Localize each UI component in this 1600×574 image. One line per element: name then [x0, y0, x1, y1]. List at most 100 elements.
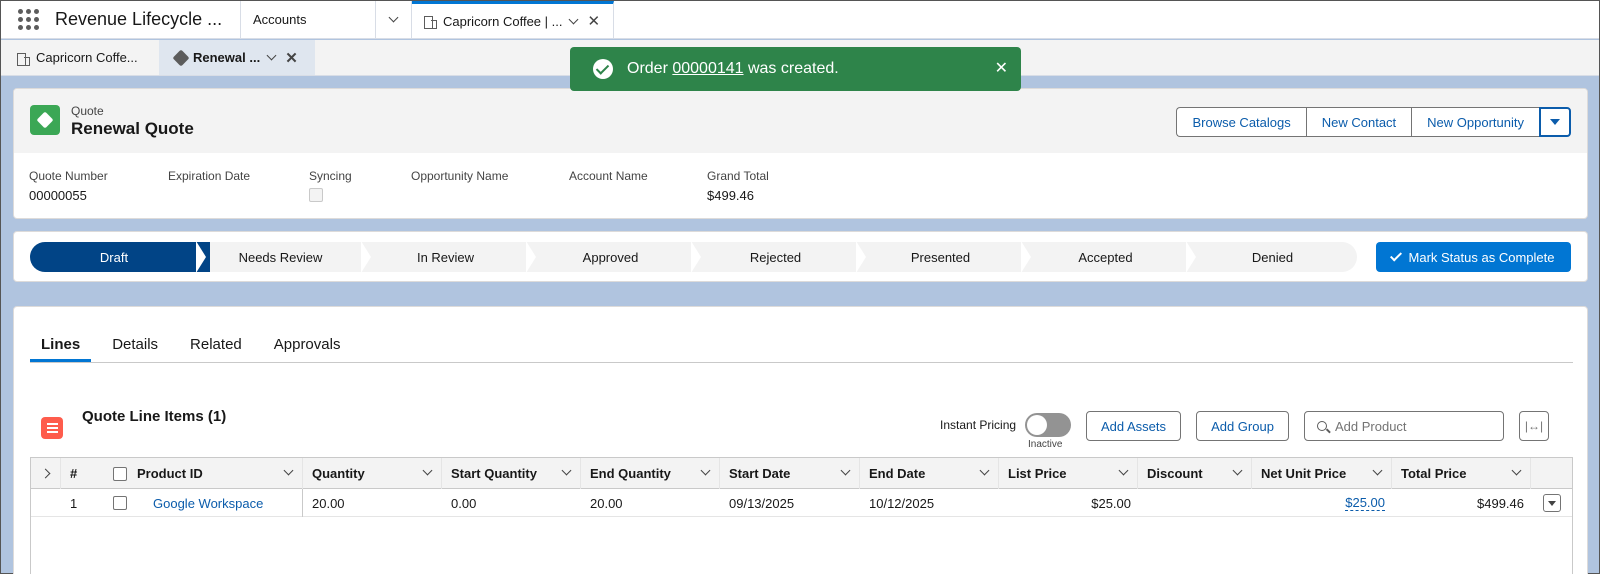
new-contact-button[interactable]: New Contact	[1305, 107, 1412, 137]
mark-status-complete-button[interactable]: Mark Status as Complete	[1376, 242, 1571, 272]
col-list-price[interactable]: List Price	[999, 458, 1138, 489]
row-select-checkbox[interactable]	[113, 496, 127, 510]
status-path: Draft Needs Review In Review Approved Re…	[13, 231, 1588, 282]
col-net-unit-price[interactable]: Net Unit Price	[1252, 458, 1392, 489]
chevron-down-icon[interactable]	[1118, 465, 1129, 476]
col-discount[interactable]: Discount	[1138, 458, 1252, 489]
subtab-capricorn-coffee[interactable]: Capricorn Coffe...	[1, 40, 159, 75]
subtab-label: Renewal ...	[193, 50, 261, 65]
path-stage-needs-review[interactable]: Needs Review	[198, 242, 363, 272]
chevron-down-icon[interactable]	[979, 465, 990, 476]
nav-accounts-dropdown[interactable]	[376, 1, 412, 38]
chevron-down-icon[interactable]	[266, 50, 277, 61]
app-launcher-button[interactable]	[1, 1, 55, 38]
search-icon	[1317, 421, 1327, 431]
path-stage-draft[interactable]: Draft	[30, 242, 198, 272]
object-type: Quote	[71, 104, 104, 118]
close-icon[interactable]: ✕	[587, 12, 600, 30]
field-syncing: Syncing	[309, 169, 352, 202]
chevron-down-icon[interactable]	[840, 465, 851, 476]
col-quantity[interactable]: Quantity	[303, 458, 442, 489]
chevron-down-icon	[388, 12, 399, 23]
field-quote-number: Quote Number 00000055	[29, 169, 108, 203]
col-start-quantity[interactable]: Start Quantity	[442, 458, 581, 489]
tab-approvals[interactable]: Approvals	[263, 325, 352, 362]
instant-pricing-toggle[interactable]	[1025, 413, 1071, 437]
cell-start-quantity: 0.00	[451, 495, 477, 511]
path-track: Draft Needs Review In Review Approved Re…	[30, 242, 1357, 272]
cell-start-date[interactable]: 09/13/2025	[720, 489, 860, 517]
table-row: 1 Google Workspace 20.00 0.00 20.00 09/1…	[31, 489, 1572, 517]
add-assets-button[interactable]: Add Assets	[1086, 411, 1181, 441]
chevron-down-icon[interactable]	[1372, 465, 1383, 476]
add-product-input[interactable]	[1335, 418, 1495, 434]
app-launcher-icon	[17, 9, 39, 30]
select-all-checkbox[interactable]	[113, 466, 127, 481]
row-actions-button[interactable]	[1543, 494, 1561, 512]
line-items-table: # Product ID Quantity Start Quantity End…	[30, 457, 1573, 574]
chevron-right-icon	[40, 468, 51, 479]
path-stage-rejected[interactable]: Rejected	[693, 242, 858, 272]
add-group-button[interactable]: Add Group	[1196, 411, 1289, 441]
more-actions-button[interactable]	[1539, 107, 1571, 137]
chevron-down-icon[interactable]	[561, 465, 572, 476]
close-icon[interactable]: ✕	[995, 58, 1008, 78]
subtab-label: Capricorn Coffe...	[36, 50, 138, 65]
chevron-down-icon[interactable]	[1511, 465, 1522, 476]
nav-tab-capricorn-coffee[interactable]: Capricorn Coffee | ... ✕	[412, 1, 614, 38]
column-resize-icon[interactable]: |↔|	[1519, 411, 1549, 441]
cell-list-price: $25.00	[1091, 495, 1131, 511]
account-icon	[424, 15, 437, 29]
col-end-date[interactable]: End Date	[860, 458, 999, 489]
product-link[interactable]: Google Workspace	[153, 496, 263, 511]
field-expiration-date: Expiration Date	[168, 169, 251, 183]
add-product-search[interactable]	[1304, 411, 1504, 441]
nav-tab-label: Capricorn Coffee | ...	[443, 13, 563, 29]
order-link[interactable]: 00000141	[672, 60, 743, 77]
path-stage-presented[interactable]: Presented	[858, 242, 1023, 272]
col-total-price[interactable]: Total Price	[1392, 458, 1531, 489]
path-stage-in-review[interactable]: In Review	[363, 242, 528, 272]
syncing-checkbox	[309, 188, 323, 202]
nav-tab-accounts[interactable]: Accounts	[241, 1, 376, 38]
cell-end-date[interactable]: 10/12/2025	[860, 489, 999, 517]
chevron-down-icon[interactable]	[700, 465, 711, 476]
browse-catalogs-button[interactable]: Browse Catalogs	[1176, 107, 1306, 137]
chevron-down-icon[interactable]	[1232, 465, 1243, 476]
path-stage-denied[interactable]: Denied	[1188, 242, 1357, 272]
tab-details[interactable]: Details	[101, 325, 169, 362]
table-header: # Product ID Quantity Start Quantity End…	[31, 458, 1572, 489]
record-tabs: Lines Details Related Approvals	[30, 325, 1573, 363]
app-name: Revenue Lifecycle ...	[55, 1, 241, 38]
check-icon	[1389, 249, 1402, 262]
col-product-id[interactable]: Product ID	[133, 458, 303, 489]
record-detail-card: Lines Details Related Approvals Quote Li…	[13, 306, 1588, 574]
row-number: 1	[70, 495, 78, 511]
chevron-down-icon[interactable]	[569, 14, 579, 24]
cell-quantity[interactable]: 20.00	[303, 489, 442, 517]
toast-message: Order 00000141 was created.	[627, 60, 839, 77]
path-stage-accepted[interactable]: Accepted	[1023, 242, 1188, 272]
tab-lines[interactable]: Lines	[30, 325, 92, 362]
dropdown-triangle-icon	[1548, 500, 1556, 506]
line-items-title: Quote Line Items (1)	[82, 408, 227, 425]
path-stage-approved[interactable]: Approved	[528, 242, 693, 272]
close-icon[interactable]: ✕	[285, 49, 298, 67]
chevron-down-icon[interactable]	[283, 465, 294, 476]
field-account-name: Account Name	[569, 169, 648, 183]
subtab-renewal-quote[interactable]: Renewal ... ✕	[159, 40, 315, 75]
col-start-date[interactable]: Start Date	[720, 458, 860, 489]
tab-related[interactable]: Related	[179, 325, 253, 362]
net-unit-price-link[interactable]: $25.00	[1345, 495, 1385, 511]
cell-total-price: $499.46	[1477, 495, 1524, 511]
expand-all[interactable]	[31, 458, 61, 489]
record-name: Renewal Quote	[71, 119, 194, 138]
chevron-down-icon[interactable]	[422, 465, 433, 476]
new-opportunity-button[interactable]: New Opportunity	[1411, 107, 1539, 137]
line-items-icon	[41, 417, 63, 439]
instant-pricing-state: Inactive	[1028, 439, 1063, 450]
col-end-quantity[interactable]: End Quantity	[581, 458, 720, 489]
record-header: Quote Renewal Quote Browse Catalogs New …	[13, 88, 1588, 219]
cell-discount[interactable]	[1138, 489, 1252, 517]
cell-end-quantity: 20.00	[590, 495, 623, 511]
